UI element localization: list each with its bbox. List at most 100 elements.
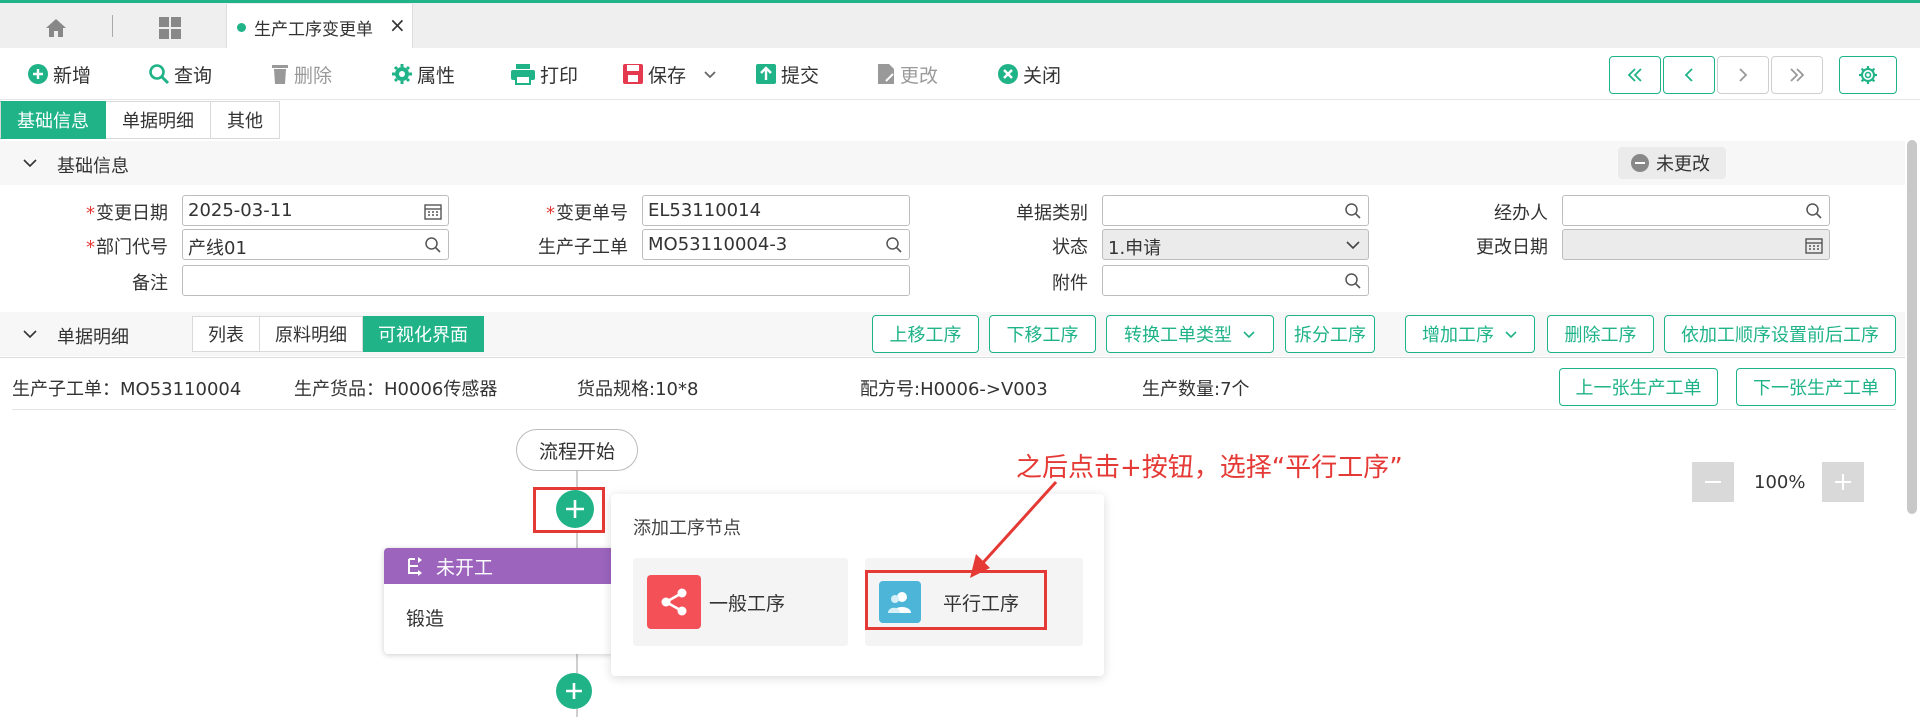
- chevron-down-icon[interactable]: [702, 66, 718, 82]
- new-button[interactable]: 新增: [27, 60, 91, 88]
- change-no-field[interactable]: EL53110014: [642, 195, 910, 226]
- calendar-icon[interactable]: [424, 202, 442, 220]
- modify-button[interactable]: 更改: [876, 60, 938, 88]
- delete-button-label: 删除: [294, 61, 332, 88]
- calendar-icon: [1805, 236, 1823, 254]
- attach-field[interactable]: [1102, 265, 1369, 296]
- submit-button[interactable]: 提交: [755, 60, 819, 88]
- modify-date-label: 更改日期: [1440, 233, 1548, 259]
- trash-icon: [270, 63, 290, 85]
- close-button[interactable]: 关闭: [997, 60, 1061, 88]
- chevron-down-icon[interactable]: [22, 326, 38, 342]
- search-icon[interactable]: [1344, 202, 1362, 220]
- move-up-button[interactable]: 上移工序: [872, 315, 979, 353]
- view-list-tab[interactable]: 列表: [192, 316, 260, 352]
- tab-document-detail[interactable]: 单据明细: [106, 101, 211, 139]
- next-record-button[interactable]: [1717, 56, 1769, 94]
- remark-label: 备注: [60, 269, 168, 295]
- tab-other[interactable]: 其他: [211, 101, 280, 139]
- popup-title: 添加工序节点: [633, 514, 741, 540]
- status-badge-label: 未更改: [1656, 150, 1710, 176]
- last-record-button[interactable]: [1771, 56, 1823, 94]
- detail-title: 单据明细: [57, 323, 129, 349]
- view-material-tab[interactable]: 原料明细: [260, 316, 363, 352]
- double-chevron-right-icon: [1787, 65, 1807, 85]
- submit-button-label: 提交: [781, 61, 819, 88]
- add-node-button-bottom[interactable]: [556, 673, 592, 709]
- status-label: 状态: [980, 233, 1088, 259]
- option-general-process[interactable]: 一般工序: [633, 558, 848, 646]
- doc-type-field[interactable]: [1102, 195, 1369, 226]
- search-icon[interactable]: [424, 236, 442, 254]
- process-node-card[interactable]: 未开工 锻造: [384, 548, 614, 654]
- arrow-annotation: [966, 478, 1062, 582]
- tab-dot: [237, 23, 246, 32]
- home-icon[interactable]: [36, 13, 76, 43]
- tab-basic-info[interactable]: 基础信息: [0, 101, 106, 139]
- change-no-label: *变更单号: [520, 199, 628, 225]
- chevron-left-icon: [1679, 65, 1699, 85]
- search-icon[interactable]: [1805, 202, 1823, 220]
- status-select[interactable]: 1.申请: [1102, 229, 1369, 260]
- print-button-label: 打印: [540, 61, 578, 88]
- close-button-label: 关闭: [1023, 61, 1061, 88]
- first-record-button[interactable]: [1609, 56, 1661, 94]
- upload-icon: [755, 63, 777, 85]
- save-button[interactable]: 保存: [622, 60, 718, 88]
- settings-button[interactable]: [1839, 56, 1897, 94]
- info-recipe: 配方号:H0006->V003: [860, 375, 1048, 401]
- option-general-label: 一般工序: [709, 589, 785, 616]
- modify-date-field: [1562, 229, 1830, 260]
- zoom-in-button[interactable]: [1822, 462, 1864, 502]
- vertical-scrollbar[interactable]: [1907, 140, 1917, 514]
- minus-icon: [1702, 471, 1724, 493]
- next-order-button[interactable]: 下一张生产工单: [1736, 368, 1896, 406]
- remark-field[interactable]: [182, 265, 910, 296]
- doc-type-label: 单据类别: [980, 199, 1088, 225]
- plus-circle-icon: [27, 63, 49, 85]
- search-icon[interactable]: [885, 236, 903, 254]
- edit-doc-icon: [876, 63, 896, 85]
- prev-order-button[interactable]: 上一张生产工单: [1559, 368, 1718, 406]
- change-date-field[interactable]: 2025-03-11: [182, 195, 449, 226]
- prev-record-button[interactable]: [1663, 56, 1715, 94]
- split-button[interactable]: 拆分工序: [1285, 315, 1375, 353]
- info-spec: 货品规格:10*8: [577, 375, 698, 401]
- zoom-out-button[interactable]: [1692, 462, 1734, 502]
- chevron-down-icon: [1242, 327, 1256, 341]
- dept-field[interactable]: 产线01: [182, 229, 449, 260]
- search-icon[interactable]: [1344, 272, 1362, 290]
- properties-button[interactable]: 属性: [391, 60, 455, 88]
- print-button[interactable]: 打印: [510, 60, 578, 88]
- handler-field[interactable]: [1562, 195, 1830, 226]
- chevron-down-icon[interactable]: [22, 155, 38, 171]
- grid-icon[interactable]: [155, 13, 185, 43]
- tab-separator: [112, 15, 113, 37]
- main-tabs: 基础信息 单据明细 其他: [0, 101, 280, 139]
- divider: [0, 357, 1905, 358]
- plus-icon: [564, 681, 584, 701]
- convert-type-button[interactable]: 转换工单类型: [1106, 315, 1274, 353]
- delete-button[interactable]: 删除: [270, 60, 332, 88]
- view-visual-tab[interactable]: 可视化界面: [363, 316, 484, 352]
- tab-production-change[interactable]: 生产工序变更单 ×: [226, 4, 413, 50]
- sub-order-label: 生产子工单: [520, 233, 628, 259]
- status-badge: 未更改: [1618, 147, 1726, 179]
- add-process-button[interactable]: 增加工序: [1405, 315, 1535, 353]
- set-sequence-button[interactable]: 依加工顺序设置前后工序: [1664, 315, 1896, 353]
- close-icon[interactable]: ×: [389, 13, 406, 37]
- delete-process-button[interactable]: 删除工序: [1547, 315, 1654, 353]
- search-icon: [148, 63, 170, 85]
- chevron-down-icon: [1344, 236, 1362, 254]
- add-node-button[interactable]: [556, 490, 594, 528]
- properties-button-label: 属性: [417, 61, 455, 88]
- flow-start-node[interactable]: 流程开始: [516, 429, 638, 471]
- info-product: 生产货品：H0006传感器: [294, 375, 497, 401]
- move-down-button[interactable]: 下移工序: [989, 315, 1096, 353]
- basic-info-header: 基础信息 未更改: [0, 141, 1905, 185]
- zoom-level: 100%: [1754, 472, 1805, 493]
- share-icon: [647, 575, 701, 629]
- query-button-label: 查询: [174, 61, 212, 88]
- sub-order-field[interactable]: MO53110004-3: [642, 229, 910, 260]
- query-button[interactable]: 查询: [148, 60, 212, 88]
